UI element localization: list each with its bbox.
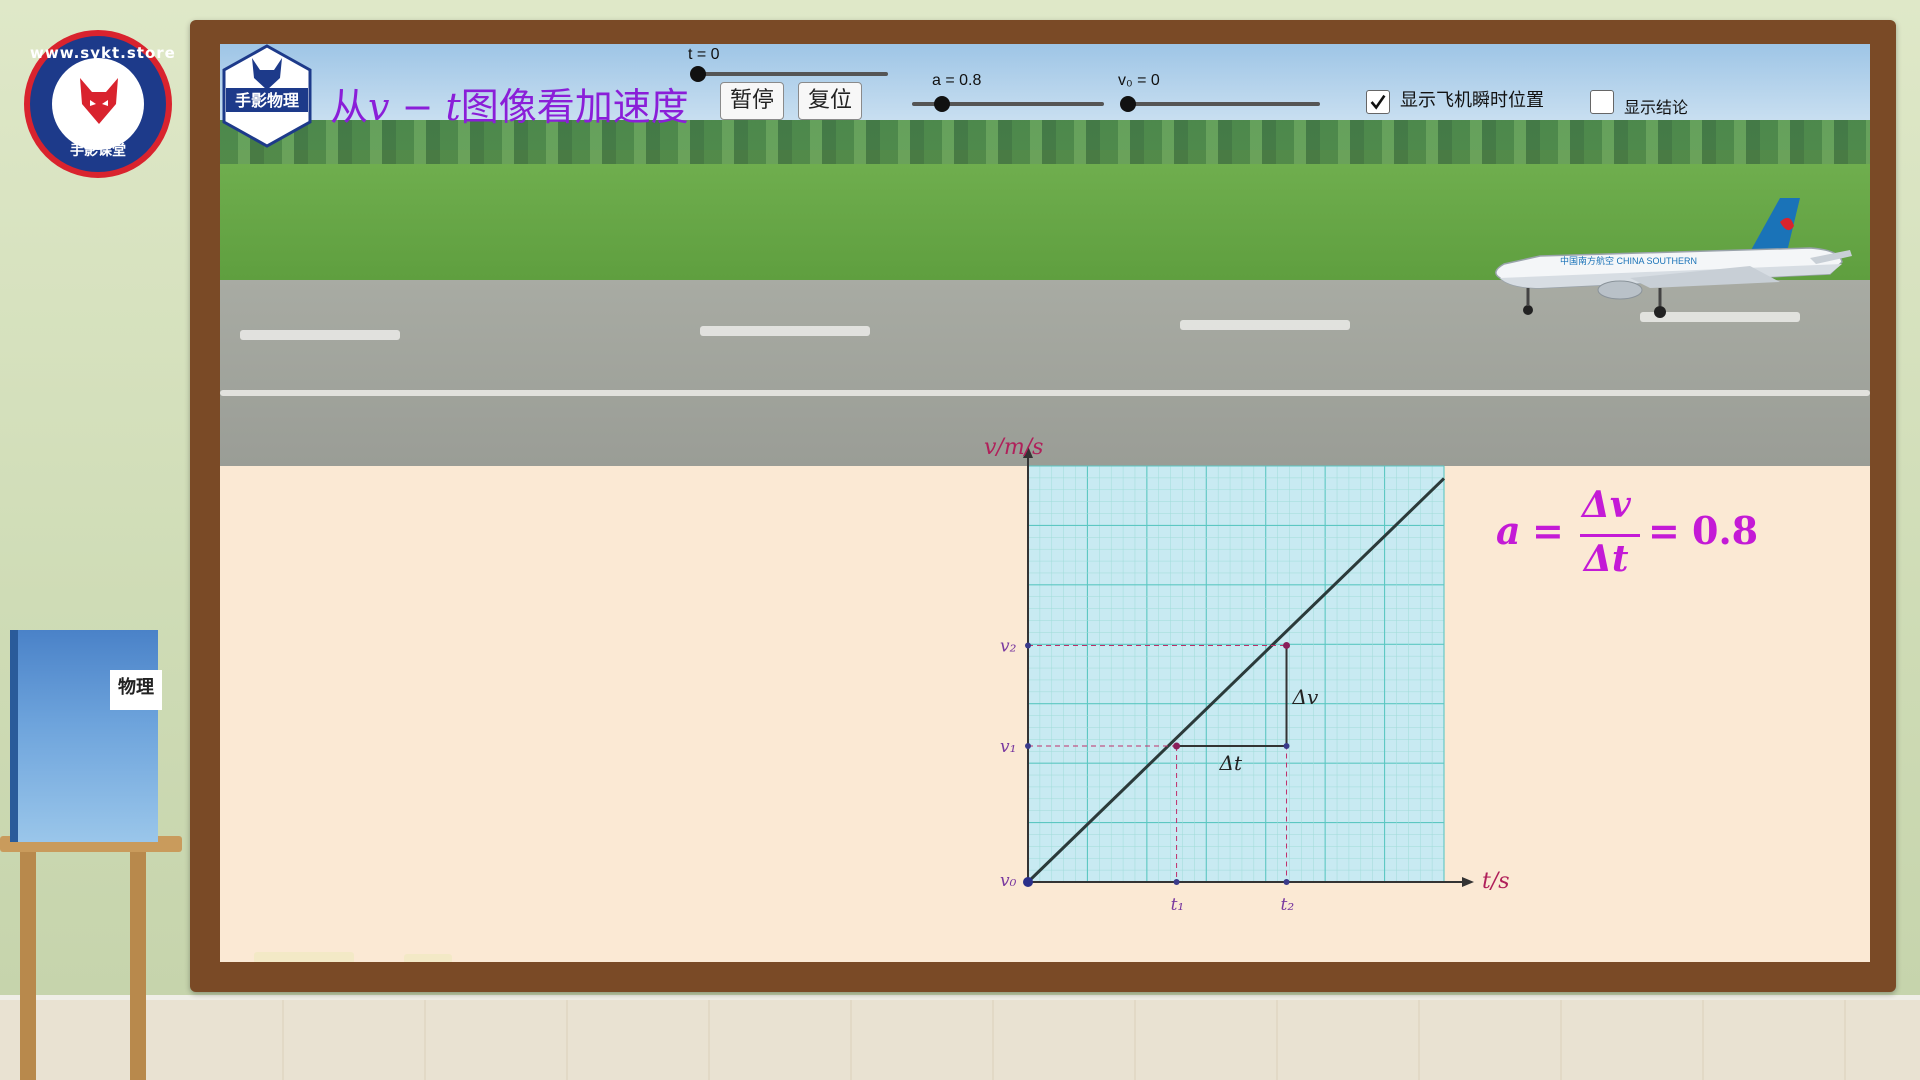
show-position-checkbox[interactable] [1366, 90, 1390, 114]
formula-fraction-bar [1580, 534, 1640, 537]
chart-y-tick-label: v₁ [1000, 737, 1016, 757]
room-floor [0, 1000, 1920, 1080]
title-t: t [445, 85, 461, 129]
v0-slider-track[interactable] [1128, 102, 1320, 106]
plane-livery-text: 中国南方航空 CHINA SOUTHERN [1560, 255, 1697, 266]
chart-point-2 [1283, 641, 1291, 649]
chart-x-tick-label: t₁ [1171, 895, 1185, 915]
formula-equals: = [1532, 508, 1564, 553]
chart-v1-point [1025, 743, 1031, 750]
reset-button[interactable]: 复位 [798, 82, 862, 120]
chart-x-tick-label: t₂ [1281, 895, 1295, 915]
t-slider-track[interactable] [698, 72, 888, 76]
app-badge-icon: 手影物理 [222, 44, 312, 148]
title-prefix: 从 [330, 85, 369, 129]
velocity-time-chart: v/m/s t/s v₀ v₁ v₂ t₁ t₂ Δv Δt [984, 436, 1510, 915]
checkmark-icon [1370, 94, 1386, 110]
chart-t1-point [1173, 879, 1180, 885]
runway-scene: 中国南方航空 CHINA SOUTHERN 手影物理 从v − t图像看加速度 … [220, 44, 1870, 466]
chart-y-axis-label: v/m/s [984, 436, 1043, 460]
formula-numerator: Δv [1582, 484, 1631, 526]
physics-textbook: 物理 [10, 630, 162, 842]
logo-bottom-text: 手影课堂 [70, 143, 126, 159]
a-slider-label: a = 0.8 [932, 72, 982, 89]
chalk-piece [404, 954, 452, 962]
chart-y-tick-label: v₀ [1000, 871, 1017, 891]
show-conclusion-checkbox[interactable] [1590, 90, 1614, 114]
geogebra-board: 中国南方航空 CHINA SOUTHERN 手影物理 从v − t图像看加速度 … [220, 44, 1870, 962]
chalk-piece [254, 952, 354, 962]
title-dash: − [389, 85, 446, 129]
formula-equals: = [1648, 508, 1680, 553]
chart-x-axis-label: t/s [1482, 869, 1510, 894]
chart-y-tick-label: v₂ [1000, 636, 1017, 656]
show-position-label[interactable]: 显示飞机瞬时位置 [1400, 86, 1544, 112]
chart-corner-point [1283, 743, 1290, 750]
logo-ring-text: www.sykt.store [30, 44, 176, 62]
v0-slider-knob[interactable] [1120, 96, 1136, 112]
t-slider-label: t = 0 [688, 46, 720, 63]
airplane-icon: 中国南方航空 CHINA SOUTHERN [1495, 198, 1852, 318]
chart-origin-point [1023, 877, 1033, 887]
stool-leg [130, 852, 146, 1080]
page-title: 从v − t图像看加速度 [330, 76, 689, 131]
chart-point-1 [1173, 742, 1181, 750]
title-v: v [368, 85, 390, 129]
runway-stripe [220, 390, 1870, 396]
runway-stripe [700, 326, 870, 336]
chart-annotation-delta-v: Δv [1292, 685, 1319, 709]
stool-leg [20, 852, 36, 1080]
a-slider-knob[interactable] [934, 96, 950, 112]
show-conclusion-label[interactable]: 显示结论 [1624, 94, 1688, 118]
t-slider-knob[interactable] [690, 66, 706, 82]
title-suffix: 图像看加速度 [460, 85, 689, 129]
runway-stripe [240, 330, 400, 340]
book-title: 物理 [110, 670, 162, 710]
v0-slider-label: v₀ = 0 [1118, 72, 1160, 89]
formula-lhs: a [1496, 508, 1521, 553]
runway-stripe [1180, 320, 1350, 330]
formula-result: 0.8 [1692, 508, 1759, 553]
badge-text: 手影物理 [235, 91, 299, 110]
site-logo: www.sykt.store 手影课堂 [24, 30, 176, 178]
chart-x-axis-arrow [1462, 877, 1474, 887]
chart-annotation-delta-t: Δt [1219, 751, 1243, 775]
formula-denominator: Δt [1584, 538, 1629, 580]
pause-button[interactable]: 暂停 [720, 82, 784, 120]
fox-logo-icon [80, 78, 118, 124]
chart-t2-point [1283, 879, 1290, 885]
chart-v2-point [1025, 642, 1031, 649]
